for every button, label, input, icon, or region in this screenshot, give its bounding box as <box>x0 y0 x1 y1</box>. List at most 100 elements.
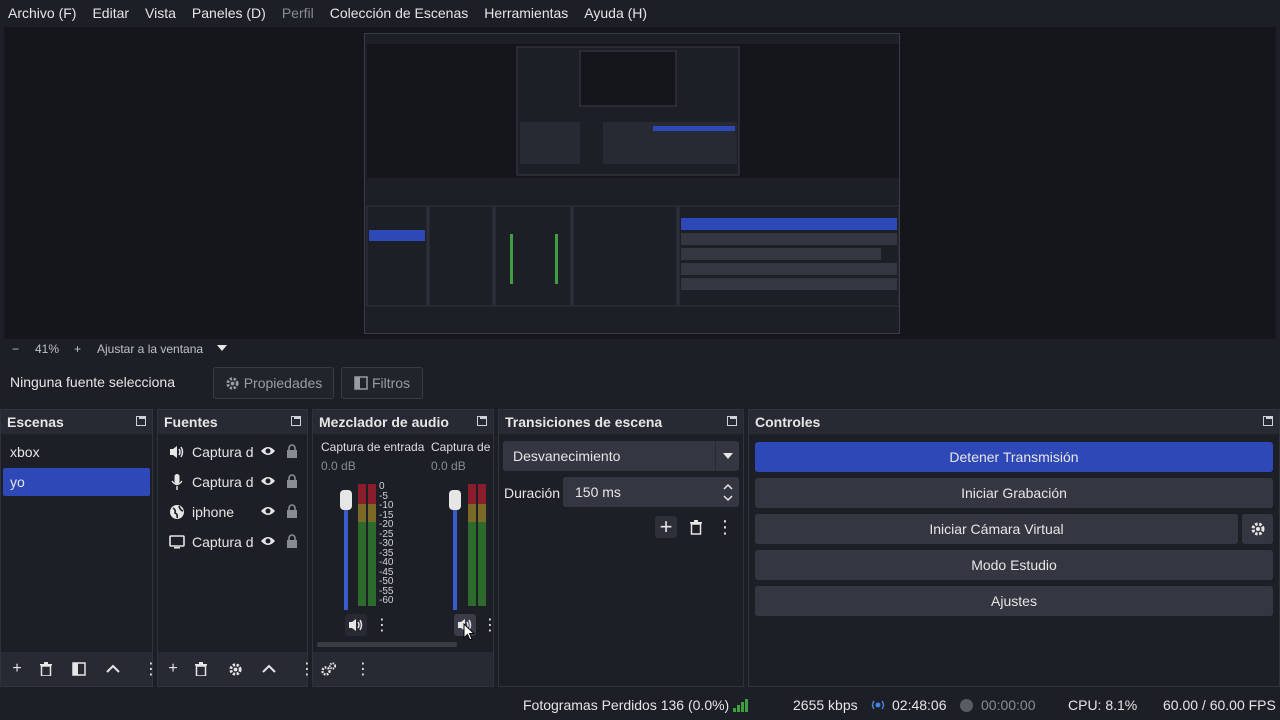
add-icon[interactable]: + <box>165 660 181 677</box>
menu-vista[interactable]: Vista <box>137 0 184 27</box>
zoom-dropdown-icon[interactable] <box>217 345 227 351</box>
source-item[interactable]: iphone <box>162 498 303 526</box>
scene-item-yo[interactable]: yo <box>3 468 150 496</box>
sources-toolbar: + ⋮ <box>158 652 315 686</box>
controls-body: Detener Transmisión Iniciar Grabación In… <box>749 434 1279 686</box>
settings-button[interactable]: Ajustes <box>755 586 1273 616</box>
button-label: Ajustes <box>991 593 1037 609</box>
controls-title: Controles <box>755 414 821 430</box>
source-label: iphone <box>192 504 235 520</box>
mute-speaker-icon[interactable] <box>345 614 367 636</box>
filter-icon[interactable] <box>71 661 87 677</box>
more-vertical-icon[interactable]: ⋮ <box>482 614 493 636</box>
transition-selected: Desvanecimiento <box>513 448 621 464</box>
mixer-body: Captura de entrada 0.0 dB 0 -5 -10 -15 -… <box>313 434 493 652</box>
scene-item-xbox[interactable]: xbox <box>3 438 150 466</box>
virtual-camera-settings-button[interactable] <box>1242 514 1273 544</box>
cpu-usage: CPU: 8.1% <box>1068 697 1138 713</box>
properties-button[interactable]: Propiedades <box>213 367 334 399</box>
menu-editar[interactable]: Editar <box>84 0 137 27</box>
button-label: Iniciar Cámara Virtual <box>929 521 1064 537</box>
source-item[interactable]: Captura d <box>162 438 303 466</box>
zoom-out-button[interactable]: − <box>4 342 27 356</box>
eye-icon[interactable] <box>260 534 276 550</box>
db-scale: 0 -5 -10 -15 -20 -25 -30 -35 -40 -45 -50… <box>379 482 393 606</box>
record-time: 00:00:00 <box>981 697 1036 713</box>
source-label: Captura d <box>192 474 254 490</box>
lock-icon[interactable] <box>286 533 298 551</box>
scenes-list: xbox yo <box>1 434 152 652</box>
undock-icon[interactable] <box>727 416 737 426</box>
menu-archivo[interactable]: Archivo (F) <box>0 0 84 27</box>
duration-label: Duración <box>504 485 561 501</box>
zoom-bar: − 41% + Ajustar a la ventana <box>0 339 1280 359</box>
menu-ayuda[interactable]: Ayuda (H) <box>576 0 655 27</box>
sources-list: Captura d Captura d iphone Captura d <box>158 434 307 652</box>
audio-mixer-dock: Mezclador de audio Captura de entrada 0.… <box>312 409 494 687</box>
undock-icon[interactable] <box>1263 416 1273 426</box>
more-vertical-icon[interactable]: ⋮ <box>716 516 734 538</box>
chevron-up-icon[interactable] <box>261 661 277 677</box>
chevron-up-icon[interactable] <box>105 661 121 677</box>
gear-icon[interactable] <box>227 661 243 677</box>
bitrate: 2655 kbps <box>793 697 858 713</box>
eye-icon[interactable] <box>260 474 276 490</box>
stop-streaming-button[interactable]: Detener Transmisión <box>755 442 1273 472</box>
undock-icon[interactable] <box>477 416 487 426</box>
properties-label: Propiedades <box>243 375 323 391</box>
start-recording-button[interactable]: Iniciar Grabación <box>755 478 1273 508</box>
microphone-icon <box>168 473 186 491</box>
channel-db: 0.0 dB <box>321 459 356 473</box>
source-label: Captura d <box>192 444 254 460</box>
trash-icon[interactable] <box>38 661 54 677</box>
lock-icon[interactable] <box>286 503 298 521</box>
studio-mode-button[interactable]: Modo Estudio <box>755 550 1273 580</box>
button-label: Modo Estudio <box>971 557 1057 573</box>
gear-icon <box>1251 522 1264 536</box>
scenes-title: Escenas <box>7 414 64 430</box>
lock-icon[interactable] <box>286 443 298 461</box>
source-item[interactable]: Captura d <box>162 528 303 556</box>
trash-icon[interactable] <box>687 518 705 536</box>
more-vertical-icon[interactable]: ⋮ <box>374 614 390 636</box>
transitions-body: Desvanecimiento Duración 150 ms + ⋮ <box>499 434 743 686</box>
duration-spinbox[interactable]: 150 ms <box>563 477 739 507</box>
scene-label: yo <box>10 474 25 490</box>
mixer-channel-2: Captura de s 0.0 dB <box>431 440 493 473</box>
channel-name: Captura de s <box>431 440 493 454</box>
zoom-in-button[interactable]: + <box>66 342 89 356</box>
trash-icon[interactable] <box>193 661 209 677</box>
controls-dock: Controles Detener Transmisión Iniciar Gr… <box>748 409 1280 687</box>
status-bar: Fotogramas Perdidos 136 (0.0%) 2655 kbps… <box>0 690 1280 720</box>
filters-button[interactable]: Filtros <box>341 367 423 399</box>
chevron-down-icon <box>715 441 733 471</box>
menu-perfil[interactable]: Perfil <box>274 0 322 27</box>
duration-value: 150 ms <box>575 484 621 500</box>
menu-paneles[interactable]: Paneles (D) <box>184 0 274 27</box>
spin-down-icon[interactable] <box>723 495 733 502</box>
mixer-scrollbar[interactable] <box>317 642 457 647</box>
transitions-dock: Transiciones de escena Desvanecimiento D… <box>498 409 744 687</box>
more-vertical-icon[interactable]: ⋮ <box>355 661 371 678</box>
start-virtual-camera-button[interactable]: Iniciar Cámara Virtual <box>755 514 1238 544</box>
add-icon[interactable]: + <box>9 660 25 677</box>
lock-icon[interactable] <box>286 473 298 491</box>
undock-icon[interactable] <box>291 416 301 426</box>
channel-name: Captura de entrada <box>321 440 425 454</box>
eye-icon[interactable] <box>260 504 276 520</box>
eye-icon[interactable] <box>260 444 276 460</box>
add-transition-icon[interactable]: + <box>655 514 677 539</box>
signal-bars-icon <box>733 699 748 712</box>
filters-label: Filtros <box>371 375 411 391</box>
source-item[interactable]: Captura d <box>162 468 303 496</box>
menu-herramientas[interactable]: Herramientas <box>476 0 576 27</box>
menu-coleccion-escenas[interactable]: Colección de Escenas <box>322 0 477 27</box>
advanced-audio-gear-icon[interactable] <box>321 661 337 677</box>
undock-icon[interactable] <box>136 416 146 426</box>
transitions-title: Transiciones de escena <box>505 414 663 430</box>
menu-bar: Archivo (F) Editar Vista Paneles (D) Per… <box>0 0 1280 27</box>
transition-select[interactable]: Desvanecimiento <box>503 441 739 471</box>
volume-slider[interactable] <box>340 490 352 610</box>
volume-slider[interactable] <box>449 490 461 610</box>
spin-up-icon[interactable] <box>723 483 733 490</box>
